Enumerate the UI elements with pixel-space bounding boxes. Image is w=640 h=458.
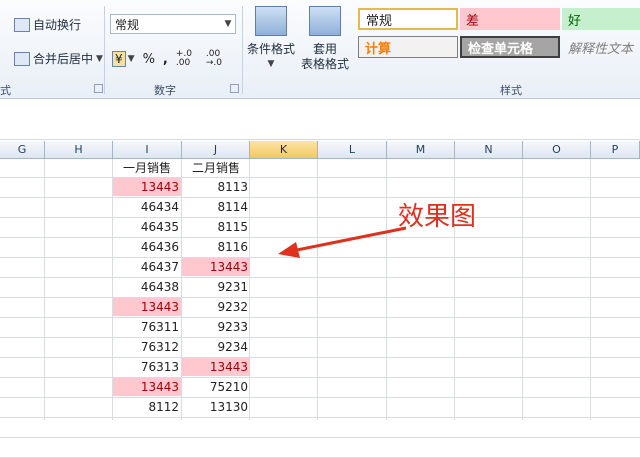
group-separator xyxy=(104,6,105,94)
grid-column-line xyxy=(386,159,387,420)
header-cell-feb-sales[interactable]: 二月销售 xyxy=(182,159,250,177)
grid-row-line xyxy=(0,397,640,398)
wrap-text-label: 自动换行 xyxy=(33,18,82,32)
data-cell-i[interactable]: 46438 xyxy=(113,278,181,296)
column-header-p[interactable]: P xyxy=(591,141,640,159)
data-cell-i[interactable]: 76311 xyxy=(113,318,181,336)
column-header-k[interactable]: K xyxy=(250,141,318,159)
table-format-label-1: 套用 xyxy=(312,42,337,56)
conditional-format-button[interactable]: 条件格式 ▼ xyxy=(246,6,296,72)
wrap-text-button[interactable]: 自动换行 xyxy=(14,16,81,33)
data-cell-j[interactable]: 9234 xyxy=(182,338,250,356)
annotation-arrow-icon xyxy=(278,226,407,258)
column-header-o[interactable]: O xyxy=(523,141,591,159)
chevron-down-icon: ▼ xyxy=(224,19,232,29)
data-cell-j[interactable]: 9231 xyxy=(182,278,250,296)
number-format-value: 常规 xyxy=(115,17,140,32)
alignment-dialog-launcher-icon[interactable] xyxy=(94,84,103,93)
data-cell-j[interactable]: 8113 xyxy=(182,178,250,196)
number-format-buttons: ¥ ▼ % , +.0 .00 .00 →.0 xyxy=(112,50,228,68)
currency-format-button[interactable]: ¥ ▼ xyxy=(112,51,135,67)
grid-row-line xyxy=(0,297,640,298)
style-bad[interactable]: 差 xyxy=(460,8,560,30)
styles-group-label: 样式 xyxy=(500,84,522,97)
data-cell-j[interactable]: 9232 xyxy=(182,298,250,316)
merge-center-icon xyxy=(14,51,30,66)
conditional-format-label: 条件格式 xyxy=(246,42,295,56)
merge-center-label: 合并后居中 xyxy=(33,52,94,66)
chevron-down-icon[interactable]: ▼ xyxy=(96,54,103,64)
style-normal[interactable]: 常规 xyxy=(358,8,458,30)
increase-decimal-button[interactable]: +.0 .00 xyxy=(176,50,198,68)
number-format-select[interactable]: 常规 ▼ xyxy=(110,14,236,34)
data-cell-i[interactable]: 46437 xyxy=(113,258,181,276)
grid-column-line xyxy=(590,159,591,420)
style-calculation[interactable]: 计算 xyxy=(358,36,458,58)
column-header-g[interactable]: G xyxy=(0,141,45,159)
chevron-down-icon: ▼ xyxy=(127,54,135,64)
column-header-m[interactable]: M xyxy=(387,141,455,159)
grid-row-line xyxy=(0,337,640,338)
style-check-cell[interactable]: 检查单元格 xyxy=(460,36,560,58)
data-cell-j[interactable]: 13443 xyxy=(182,358,250,376)
grid-row-line xyxy=(0,357,640,358)
format-as-table-button[interactable]: 套用 表格格式 xyxy=(296,6,354,72)
merge-center-button[interactable]: 合并后居中 ▼ xyxy=(14,50,103,67)
wrap-text-icon xyxy=(14,17,30,32)
grid-row-line xyxy=(0,197,640,198)
grid-row-line xyxy=(0,277,640,278)
grid-row-line xyxy=(0,217,640,218)
column-header-j[interactable]: J xyxy=(182,141,250,159)
data-cell-i[interactable]: 46436 xyxy=(113,238,181,256)
decrease-decimal-button[interactable]: .00 →.0 xyxy=(206,50,228,68)
data-cell-i[interactable]: 8112 xyxy=(113,398,181,416)
number-dialog-launcher-icon[interactable] xyxy=(230,84,239,93)
comma-style-button[interactable]: , xyxy=(163,52,168,67)
data-cell-j[interactable]: 13443 xyxy=(182,258,250,276)
column-header-h[interactable]: H xyxy=(45,141,113,159)
header-cell-jan-sales[interactable]: 一月销售 xyxy=(113,159,181,177)
chevron-down-icon: ▼ xyxy=(267,59,275,69)
data-cell-i[interactable]: 13443 xyxy=(113,178,181,196)
data-cell-i[interactable]: 76313 xyxy=(113,358,181,376)
column-header-l[interactable]: L xyxy=(318,141,387,159)
table-format-label-2: 表格格式 xyxy=(300,57,349,71)
data-cell-j[interactable]: 8116 xyxy=(182,238,250,256)
worksheet-grid[interactable]: GHIJKLMNOP 一月销售 二月销售 13443 8113 46434 8114 4… xyxy=(0,141,640,458)
conditional-format-icon xyxy=(255,6,287,36)
column-header-i[interactable]: I xyxy=(113,141,182,159)
formula-area xyxy=(0,99,640,140)
table-format-icon xyxy=(309,6,341,36)
data-cell-j[interactable]: 9233 xyxy=(182,318,250,336)
grid-row-line xyxy=(0,317,640,318)
data-cell-i[interactable]: 13443 xyxy=(113,378,181,396)
cell-styles-gallery: 常规 差 好 计算 检查单元格 解释性文本 xyxy=(356,6,640,64)
data-cell-j[interactable]: 8115 xyxy=(182,218,250,236)
data-cell-j[interactable]: 13130 xyxy=(182,398,250,416)
data-cell-j[interactable]: 75210 xyxy=(182,378,250,396)
ribbon: 自动换行 合并后居中 ▼ 式 常规 ▼ ¥ ▼ % , +.0 .00 .00 … xyxy=(0,0,640,99)
group-separator xyxy=(242,6,243,94)
grid-row-line xyxy=(0,417,640,418)
grid-row-line xyxy=(0,437,640,438)
alignment-group-label: 式 xyxy=(0,84,11,97)
grid-row-line xyxy=(0,177,640,178)
style-good[interactable]: 好 xyxy=(562,8,640,30)
data-cell-j[interactable]: 8114 xyxy=(182,198,250,216)
number-group-label: 数字 xyxy=(154,84,176,97)
data-cell-i[interactable]: 13443 xyxy=(113,298,181,316)
style-explanatory[interactable]: 解释性文本 xyxy=(562,36,640,58)
column-header-n[interactable]: N xyxy=(455,141,523,159)
data-cell-i[interactable]: 46434 xyxy=(113,198,181,216)
currency-icon: ¥ xyxy=(112,51,126,67)
data-cell-i[interactable]: 76312 xyxy=(113,338,181,356)
data-cell-i[interactable]: 46435 xyxy=(113,218,181,236)
grid-column-line xyxy=(522,159,523,420)
grid-row-line xyxy=(0,377,640,378)
percent-style-button[interactable]: % xyxy=(143,52,155,67)
grid-column-line xyxy=(44,159,45,420)
grid-column-line xyxy=(317,159,318,420)
